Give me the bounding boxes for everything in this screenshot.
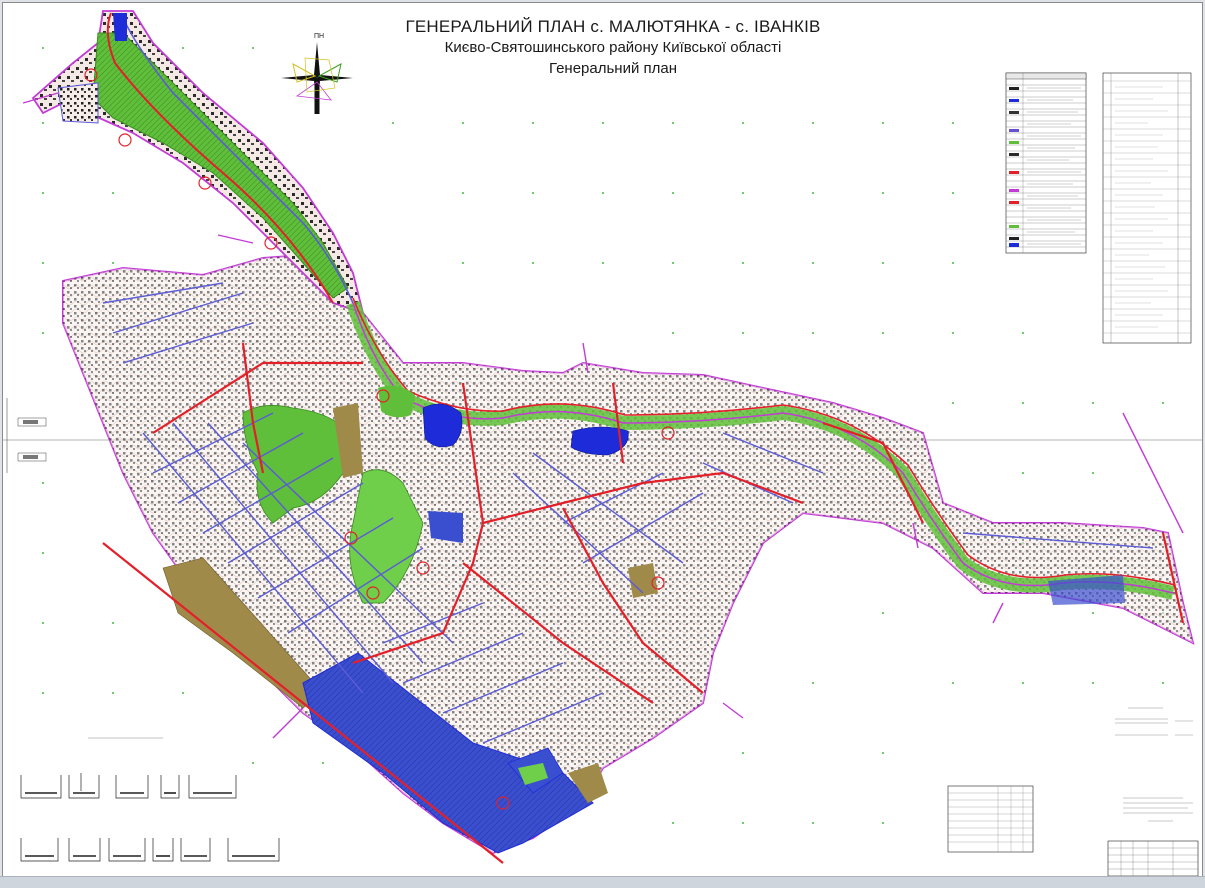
balance-table xyxy=(947,785,1034,853)
title-district: Києво-Святошинського району Київської об… xyxy=(444,39,782,56)
title-subtitle: Генеральний план xyxy=(548,60,678,77)
margin-stamps xyxy=(6,398,47,473)
industrial-zone xyxy=(428,511,463,543)
plan-title: ГЕНЕРАЛЬНИЙ ПЛАН с. МАЛЮТЯНКА - с. ІВАНК… xyxy=(333,17,893,77)
drawing-stamp xyxy=(1107,840,1199,876)
residential-fill xyxy=(63,253,1193,853)
viewer-status-strip xyxy=(0,876,1205,888)
facility-marker xyxy=(118,133,132,147)
pond-icon xyxy=(113,13,127,41)
map-canvas[interactable] xyxy=(3,3,1202,876)
map-sheet: ПН ГЕНЕРАЛЬНИЙ ПЛАН с. МАЛЮТЯНКА - с. ІВ… xyxy=(2,2,1203,877)
compass-north-label: ПН xyxy=(314,33,325,40)
residential-block xyxy=(57,82,99,124)
settlement-area[interactable] xyxy=(62,251,1195,855)
plan-notes xyxy=(1115,707,1193,822)
road-cross-sections xyxy=(20,737,280,862)
pond-icon xyxy=(422,403,463,448)
explication-table xyxy=(1102,72,1192,344)
valley-north-west[interactable] xyxy=(31,10,365,315)
title-main: ГЕНЕРАЛЬНИЙ ПЛАН с. МАЛЮТЯНКА - с. ІВАНК… xyxy=(405,17,821,36)
legend-table xyxy=(1005,72,1087,254)
